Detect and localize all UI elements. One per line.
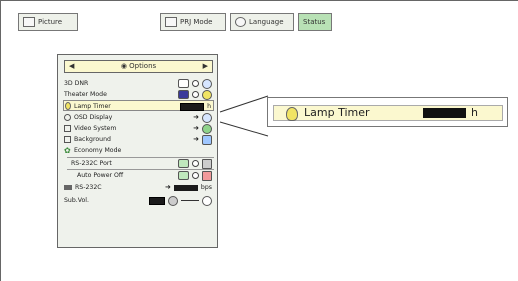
tab-language-label: Language bbox=[249, 18, 284, 26]
row-rs232c-port[interactable]: RS-232C Port bbox=[67, 157, 214, 169]
background-icon bbox=[64, 136, 71, 143]
option-icon bbox=[202, 123, 212, 134]
lamp-timer-callout: Lamp Timer h bbox=[267, 97, 508, 127]
option-icon bbox=[202, 195, 212, 206]
option-icon bbox=[202, 134, 212, 145]
option-icon bbox=[202, 112, 212, 123]
row-lamp-timer[interactable]: Lamp Timer h bbox=[63, 100, 214, 111]
baud-rate-bar bbox=[173, 184, 198, 191]
connector-line-bottom bbox=[219, 121, 269, 137]
row-rs232c[interactable]: RS-232C ➜ bps bbox=[63, 182, 214, 193]
lamp-icon bbox=[286, 107, 298, 121]
language-icon bbox=[235, 17, 246, 27]
row-sub-vol[interactable]: Sub.Vol. bbox=[63, 195, 214, 206]
picture-icon bbox=[23, 17, 35, 27]
option-icon bbox=[202, 78, 212, 89]
baud-unit: bps bbox=[200, 184, 212, 191]
row-label: Economy Mode bbox=[74, 147, 122, 154]
row-label: Theater Mode bbox=[64, 91, 107, 98]
prj-mode-icon bbox=[165, 17, 177, 27]
radio-icon bbox=[192, 160, 199, 167]
menu-header: ◀ ◉ Options ▶ bbox=[64, 60, 213, 73]
options-icon: ◉ bbox=[120, 62, 127, 70]
row-label: Lamp Timer bbox=[74, 103, 111, 110]
row-auto-power-off[interactable]: Auto Power Off bbox=[67, 169, 214, 181]
tab-prj-mode-label: PRJ Mode bbox=[180, 18, 213, 26]
row-label: 3D DNR bbox=[64, 80, 89, 87]
radio-icon bbox=[192, 91, 199, 98]
zoom-label: Lamp Timer bbox=[304, 106, 370, 119]
row-osd-display[interactable]: OSD Display ➜ bbox=[63, 112, 214, 123]
option-icon bbox=[202, 170, 212, 181]
row-label: OSD Display bbox=[74, 114, 113, 121]
row-background[interactable]: Background ➜ bbox=[63, 134, 214, 145]
right-arrow-icon: ➜ bbox=[193, 113, 199, 121]
tab-status-label: Status bbox=[303, 18, 326, 26]
zoom-connector bbox=[219, 95, 269, 137]
option-icon bbox=[202, 158, 212, 169]
zoom-unit: h bbox=[471, 106, 478, 119]
right-arrow-icon: ➜ bbox=[165, 183, 171, 191]
volume-bar bbox=[149, 196, 165, 205]
lamp-timer-bar bbox=[180, 102, 205, 111]
right-arrow-icon[interactable]: ▶ bbox=[203, 61, 208, 72]
lamp-icon bbox=[65, 102, 71, 110]
osd-icon bbox=[64, 114, 71, 121]
options-menu: ◀ ◉ Options ▶ 3D DNR Theater Mode Lamp T… bbox=[57, 54, 218, 248]
row-theater-mode[interactable]: Theater Mode bbox=[63, 89, 214, 100]
connector-line-top bbox=[219, 95, 269, 113]
economy-icon: ✿ bbox=[64, 146, 71, 155]
menu-title: Options bbox=[129, 62, 157, 70]
option-icon bbox=[202, 89, 212, 100]
tab-picture[interactable]: Picture bbox=[18, 13, 78, 31]
lamp-timer-bar bbox=[423, 108, 466, 118]
tab-prj-mode[interactable]: PRJ Mode bbox=[160, 13, 226, 31]
row-3d-dnr[interactable]: 3D DNR bbox=[63, 78, 214, 89]
row-label: Auto Power Off bbox=[77, 172, 124, 179]
toggle-switch[interactable] bbox=[178, 90, 189, 99]
row-label: Video System bbox=[74, 125, 117, 132]
row-economy-mode[interactable]: ✿ Economy Mode bbox=[63, 145, 214, 156]
rs232c-icon bbox=[64, 185, 72, 190]
toggle-switch[interactable] bbox=[178, 159, 189, 168]
radio-icon bbox=[192, 80, 199, 87]
speaker-icon bbox=[168, 195, 178, 206]
row-video-system[interactable]: Video System ➜ bbox=[63, 123, 214, 134]
left-arrow-icon[interactable]: ◀ bbox=[69, 61, 74, 72]
tab-language[interactable]: Language bbox=[230, 13, 294, 31]
lamp-timer-unit: h bbox=[207, 103, 211, 110]
right-arrow-icon: ➜ bbox=[193, 124, 199, 132]
row-label: Background bbox=[74, 136, 111, 143]
row-label: RS-232C Port bbox=[71, 160, 112, 167]
lamp-timer-row-zoomed: Lamp Timer h bbox=[273, 105, 503, 121]
toggle-switch[interactable] bbox=[178, 171, 189, 180]
tab-picture-label: Picture bbox=[38, 18, 63, 26]
video-icon bbox=[64, 125, 71, 132]
right-arrow-icon: ➜ bbox=[193, 135, 199, 143]
row-label: RS-232C bbox=[75, 184, 102, 191]
toggle-switch[interactable] bbox=[178, 79, 189, 88]
volume-slider[interactable] bbox=[181, 200, 199, 201]
radio-icon bbox=[192, 172, 199, 179]
tab-status[interactable]: Status bbox=[298, 13, 332, 31]
row-label: Sub.Vol. bbox=[64, 197, 89, 204]
